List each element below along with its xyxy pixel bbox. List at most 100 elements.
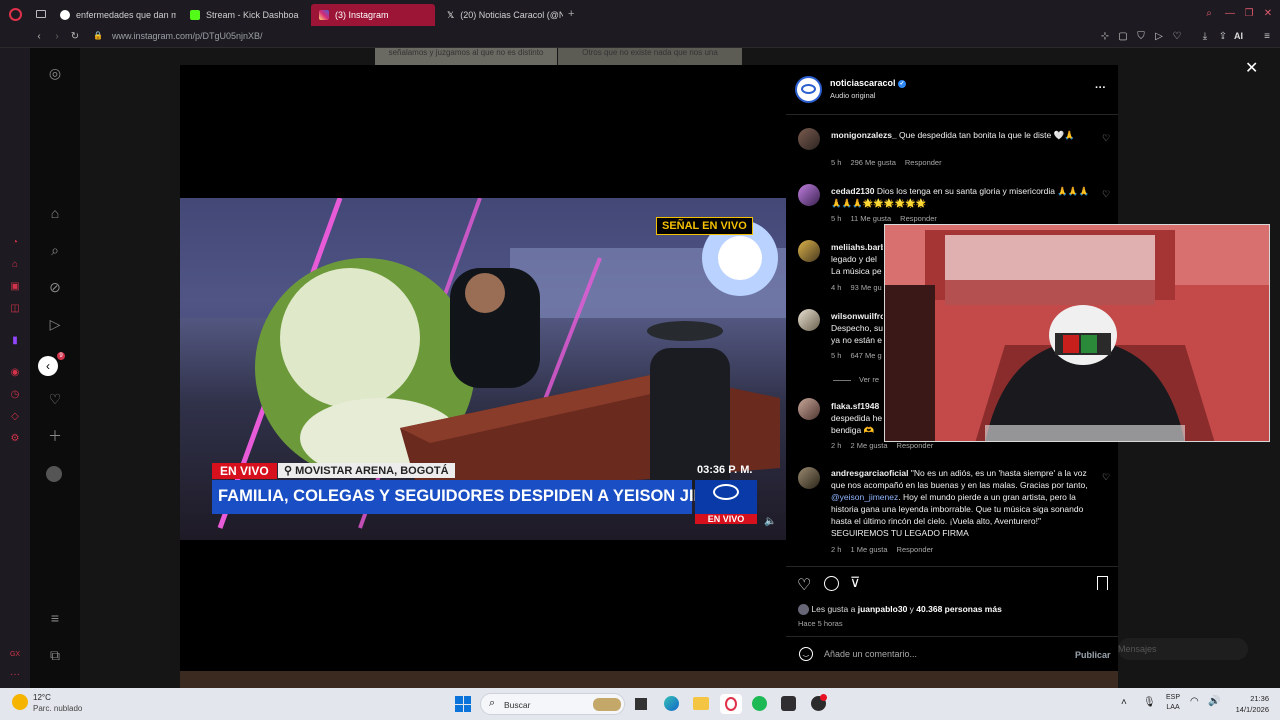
settings-icon[interactable]: ⚙ <box>8 432 22 446</box>
url-field[interactable]: www.instagram.com/p/DTgU05njnXB/ <box>112 31 263 41</box>
history-icon[interactable]: ◷ <box>8 388 22 402</box>
tab-google-search[interactable]: enfermedades que dan m <box>52 4 176 26</box>
post-options-button[interactable]: ··· <box>1095 82 1106 94</box>
comment-likes[interactable]: 1 Me gusta <box>850 545 887 554</box>
comment-input[interactable]: Añade un comentario... <box>824 649 917 659</box>
explore-icon[interactable]: ⊘ <box>45 277 65 297</box>
snapshot-icon[interactable]: ▢ <box>1117 31 1129 43</box>
like-comment-icon[interactable]: ♡ <box>1102 473 1111 482</box>
gx-icon[interactable]: GX <box>8 648 22 662</box>
extensions-icon[interactable]: ◇ <box>8 410 22 424</box>
author-avatar[interactable] <box>795 76 822 103</box>
weather-temp[interactable]: 12°C <box>33 693 51 702</box>
edge-icon[interactable] <box>664 696 679 711</box>
tab-kick-dashboard[interactable]: Stream - Kick Dashboa <box>182 4 306 26</box>
likes-count[interactable]: 40.368 personas más <box>916 604 1002 614</box>
messenger-icon[interactable]: ▣ <box>8 280 22 294</box>
save-post-icon[interactable] <box>1097 576 1108 590</box>
close-window-icon[interactable]: ✕ <box>1262 8 1274 20</box>
player-icon[interactable]: ◉ <box>8 366 22 380</box>
back-icon[interactable]: ‹ <box>32 31 46 42</box>
comment-username[interactable]: wilsonwuilfro <box>831 311 883 321</box>
more-sidebar-icon[interactable]: ··· <box>8 668 22 682</box>
new-tab-button[interactable]: + <box>568 8 574 20</box>
video-frame[interactable]: SEÑAL EN VIVO EN VIVO ⚲ MOVISTAR ARENA, … <box>180 198 786 540</box>
reply-button[interactable]: Responder <box>900 214 937 223</box>
twitch-icon[interactable]: ▮ <box>8 334 22 348</box>
create-icon[interactable]: ＋ <box>45 426 65 446</box>
comment-likes[interactable]: 11 Me gusta <box>850 214 891 223</box>
emoji-icon[interactable]: ‿ <box>799 647 813 661</box>
close-post-button[interactable]: ✕ <box>1245 58 1258 78</box>
notifications-icon[interactable]: ♡ <box>45 389 65 409</box>
opera-logo-icon[interactable] <box>9 8 22 21</box>
liker-username[interactable]: juanpablo30 <box>858 604 908 614</box>
messages-button[interactable]: Mensajes <box>1118 638 1248 660</box>
tray-expand-icon[interactable]: ˄ <box>1121 697 1127 708</box>
avatar[interactable] <box>798 309 820 331</box>
mail-icon[interactable]: ◫ <box>8 302 22 316</box>
search-tabs-icon[interactable]: ⌕ <box>1203 8 1215 20</box>
shield-icon[interactable]: ⛉ <box>1135 31 1147 43</box>
author-name[interactable]: noticiascaracol ✓ <box>830 78 907 88</box>
comment-mention[interactable]: @yeison_jimenez <box>831 492 898 502</box>
speaker-icon[interactable]: 🔈 <box>764 516 776 527</box>
wifi-icon[interactable]: ◠ <box>1190 696 1199 707</box>
avatar[interactable] <box>798 467 820 489</box>
comment-username[interactable]: andresgarciaoficial <box>831 468 908 478</box>
send-icon[interactable]: ▷ <box>1153 31 1165 43</box>
recorder-icon[interactable] <box>811 694 827 711</box>
comment-icon[interactable] <box>824 576 839 591</box>
menu-icon[interactable]: ≡ <box>1261 31 1273 43</box>
forward-icon[interactable]: › <box>50 31 64 42</box>
share-post-icon[interactable]: ⊽ <box>850 574 860 591</box>
author-username[interactable]: noticiascaracol <box>830 78 896 88</box>
share-icon[interactable]: ⇪ <box>1217 31 1229 43</box>
audio-label[interactable]: Audio original <box>830 91 875 100</box>
reply-button[interactable]: Responder <box>905 158 942 167</box>
comment-username[interactable]: meliiahs.barb <box>831 242 883 252</box>
microphone-icon[interactable]: 🎙 <box>1143 697 1156 708</box>
taskbar-search[interactable]: ⌕ Buscar <box>480 693 625 715</box>
weather-icon[interactable] <box>12 694 28 710</box>
profile-avatar[interactable] <box>46 466 62 482</box>
reply-button[interactable]: Responder <box>897 441 934 450</box>
task-view-icon[interactable] <box>635 698 647 710</box>
like-comment-icon[interactable]: ♡ <box>1102 190 1111 199</box>
download-icon[interactable]: ⤓ <box>1199 31 1211 43</box>
like-post-icon[interactable]: ♡ <box>797 575 811 595</box>
spotify-icon[interactable] <box>752 696 767 711</box>
comment-likes[interactable]: 93 Me gu <box>850 283 881 292</box>
avatar[interactable] <box>798 398 820 420</box>
ai-button[interactable]: AI <box>1234 31 1243 41</box>
collapse-sidebar-button[interactable]: ‹ <box>38 356 58 376</box>
comment-likes[interactable]: 296 Me gusta <box>850 158 895 167</box>
more-icon[interactable]: ≡ <box>45 608 65 628</box>
search-icon[interactable]: ⌕ <box>45 240 65 260</box>
shopping-icon[interactable]: ⌂ <box>8 258 22 272</box>
workspaces-icon[interactable] <box>36 10 46 18</box>
clock[interactable]: 21:36 14/1/2026 <box>1227 693 1269 715</box>
heart-icon[interactable]: ♡ <box>1171 31 1183 43</box>
start-button[interactable] <box>455 696 471 712</box>
minimize-icon[interactable]: — <box>1224 8 1236 20</box>
view-replies-button[interactable]: Ver re <box>833 375 883 384</box>
explorer-icon[interactable] <box>693 697 709 710</box>
avatar[interactable] <box>798 240 820 262</box>
comment-likes[interactable]: 647 Me g <box>850 351 881 360</box>
instagram-logo-icon[interactable]: ◎ <box>45 63 65 83</box>
view-replies-label[interactable]: Ver re <box>859 375 879 384</box>
reels-icon[interactable]: ▷ <box>45 314 65 334</box>
avatar[interactable] <box>798 184 820 206</box>
comment-username[interactable]: cedad2130 <box>831 186 874 196</box>
language-indicator[interactable]: ESP LAA <box>1166 693 1180 713</box>
also-from-meta-icon[interactable]: ⧉ <box>45 645 65 665</box>
tab-instagram[interactable]: (3) Instagram <box>311 4 435 26</box>
maximize-icon[interactable]: ❐ <box>1243 8 1255 20</box>
avatar[interactable] <box>798 128 820 150</box>
aria-icon[interactable]: ◔ <box>8 236 22 250</box>
like-comment-icon[interactable]: ♡ <box>1102 134 1111 143</box>
reload-icon[interactable]: ↻ <box>68 31 82 42</box>
pin-icon[interactable]: ⊹ <box>1099 31 1111 43</box>
home-icon[interactable]: ⌂ <box>45 203 65 223</box>
